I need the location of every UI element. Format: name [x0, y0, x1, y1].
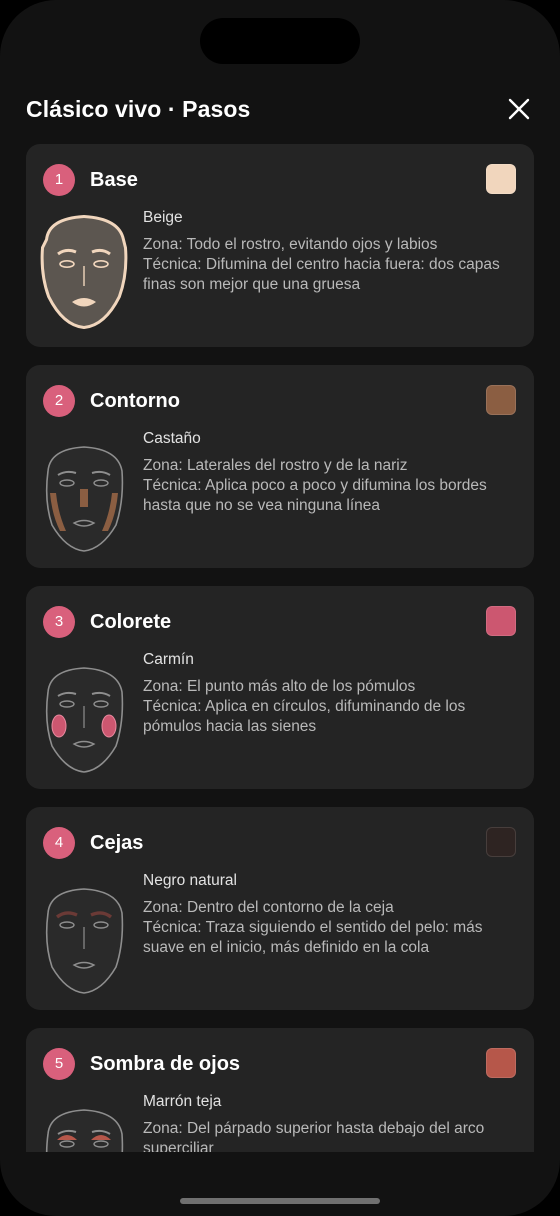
step-card[interactable]: 1 Base Beige Zona: Todo el rostro, evita…: [26, 144, 534, 347]
zone-text: Zona: El punto más alto de los pómulos: [143, 678, 416, 695]
face-base-icon: [40, 214, 128, 330]
color-name: Beige: [143, 209, 183, 226]
step-detail: Zona: Laterales del rostro y de la nariz…: [143, 456, 518, 516]
zone-text: Zona: Dentro del contorno de la ceja: [143, 899, 394, 916]
step-number-badge: 4: [43, 827, 75, 859]
technique-text: Técnica: Difumina del centro hacia fuera…: [143, 256, 500, 293]
app-screen: Clásico vivo · Pasos 1 Base Beige Zona: …: [0, 0, 560, 1216]
color-swatch: [486, 164, 516, 194]
step-title: Colorete: [90, 611, 172, 633]
close-button[interactable]: [504, 94, 534, 124]
header: Clásico vivo · Pasos: [26, 92, 534, 128]
zone-text: Zona: Todo el rostro, evitando ojos y la…: [143, 236, 438, 253]
technique-text: Técnica: Traza siguiendo el sentido del …: [143, 919, 483, 956]
step-number-badge: 5: [43, 1048, 75, 1080]
color-swatch: [486, 606, 516, 636]
step-detail: Zona: Todo el rostro, evitando ojos y la…: [143, 235, 518, 295]
close-icon: [508, 98, 530, 120]
technique-text: Técnica: Aplica en círculos, difuminando…: [143, 698, 466, 735]
step-detail: Zona: El punto más alto de los pómulos T…: [143, 677, 518, 737]
technique-text: Técnica: Aplica poco a poco y difumina l…: [143, 477, 487, 514]
zone-text: Zona: Del párpado superior hasta debajo …: [143, 1120, 485, 1152]
face-contour-icon: [45, 446, 124, 552]
color-swatch: [486, 1048, 516, 1078]
face-eyeshadow-icon: [45, 1109, 124, 1152]
camera-notch: [200, 18, 360, 64]
step-title: Base: [90, 169, 138, 191]
color-name: Carmín: [143, 651, 194, 668]
step-card[interactable]: 4 Cejas Negro natural Zona: Dentro del c…: [26, 807, 534, 1010]
color-swatch: [486, 385, 516, 415]
step-title: Contorno: [90, 390, 180, 412]
color-swatch: [486, 827, 516, 857]
face-brows-icon: [45, 888, 124, 994]
steps-list[interactable]: 1 Base Beige Zona: Todo el rostro, evita…: [26, 144, 534, 1152]
face-blush-icon: [45, 667, 124, 773]
step-detail: Zona: Del párpado superior hasta debajo …: [143, 1119, 518, 1152]
step-title: Cejas: [90, 832, 144, 854]
color-name: Negro natural: [143, 872, 237, 889]
step-number-badge: 2: [43, 385, 75, 417]
page-title: Clásico vivo · Pasos: [26, 96, 251, 122]
step-title: Sombra de ojos: [90, 1053, 241, 1075]
zone-text: Zona: Laterales del rostro y de la nariz: [143, 457, 408, 474]
step-detail: Zona: Dentro del contorno de la ceja Téc…: [143, 898, 518, 958]
step-number-badge: 3: [43, 606, 75, 638]
step-card[interactable]: 2 Contorno Castaño Zona: Laterales del r…: [26, 365, 534, 568]
step-card[interactable]: 3 Colorete Carmín Zona: El punto más alt…: [26, 586, 534, 789]
step-number-badge: 1: [43, 164, 75, 196]
color-name: Marrón teja: [143, 1093, 222, 1110]
step-card[interactable]: 5 Sombra de ojos Marrón teja Zona: Del p…: [26, 1028, 534, 1152]
color-name: Castaño: [143, 430, 201, 447]
home-indicator[interactable]: [180, 1198, 380, 1204]
